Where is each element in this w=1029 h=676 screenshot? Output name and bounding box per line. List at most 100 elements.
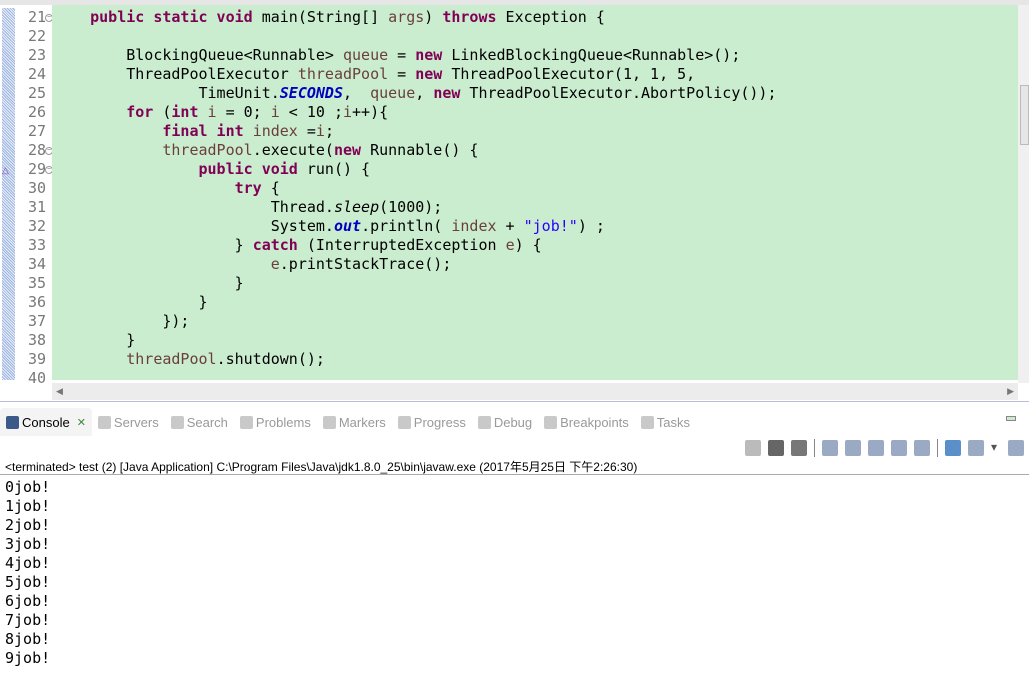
code-area[interactable]: public static void main(String[] args) t…	[52, 5, 1018, 380]
clear-console-icon[interactable]	[822, 440, 838, 456]
horizontal-scrollbar[interactable]: ◀ ▶	[52, 383, 1018, 400]
code-line: threadPool.shutdown();	[54, 350, 325, 369]
console-output-line: 1job!	[5, 497, 51, 515]
code-token: e	[505, 236, 515, 254]
remove-all-terminated-icon[interactable]	[791, 440, 807, 456]
open-console-icon[interactable]	[1008, 440, 1024, 456]
console-output-line: 8job!	[5, 630, 51, 648]
scroll-right-icon[interactable]: ▶	[1007, 386, 1014, 397]
code-line: e.printStackTrace();	[54, 255, 452, 274]
word-wrap-icon[interactable]	[868, 440, 884, 456]
code-token: Exception {	[496, 8, 605, 26]
debug-icon	[477, 415, 491, 429]
code-token: final int	[162, 122, 244, 140]
code-line: Thread.sleep(1000);	[54, 198, 443, 217]
tab-breakpoints[interactable]: Breakpoints	[538, 408, 635, 436]
line-number: 30	[27, 179, 46, 197]
pin-console-icon[interactable]	[945, 440, 961, 456]
code-line: public static void main(String[] args) t…	[54, 8, 605, 27]
code-token: )	[424, 8, 443, 26]
toolbar-separator	[937, 439, 938, 457]
code-token: e	[270, 255, 280, 273]
code-token: ThreadPoolExecutor	[54, 65, 298, 83]
tab-search[interactable]: Search	[165, 408, 234, 436]
code-token: }	[54, 236, 253, 254]
console-output-line: 6job!	[5, 592, 51, 610]
code-line: public void run() {	[54, 160, 371, 179]
code-token: LinkedBlockingQueue<Runnable>();	[442, 46, 741, 64]
tab-label: Breakpoints	[560, 414, 629, 430]
line-number: 27	[27, 122, 46, 140]
display-console-icon[interactable]	[968, 440, 984, 456]
code-token: ,	[415, 84, 434, 102]
tab-label: Console	[22, 414, 70, 430]
code-token: }	[54, 274, 244, 292]
line-number: 35	[27, 274, 46, 292]
line-number: 26	[27, 103, 46, 121]
show-on-stdout-icon[interactable]	[891, 440, 907, 456]
code-token: i	[315, 122, 325, 140]
code-token: =	[388, 65, 416, 83]
code-editor[interactable]: 21−22 23 24 25 26 27 28−29−30 31 32 33 34 35 36 37 38 3…	[0, 0, 1029, 402]
code-line: final int index =i;	[54, 122, 334, 141]
line-number: 37	[27, 312, 46, 330]
tab-label: Progress	[413, 414, 466, 430]
tab-debug[interactable]: Debug	[472, 408, 538, 436]
line-number: 23	[27, 46, 46, 64]
show-on-stderr-icon[interactable]	[914, 440, 930, 456]
line-number: 34	[27, 255, 46, 273]
console-status: <terminated> test (2) [Java Application]…	[5, 460, 638, 474]
code-token: =	[297, 122, 316, 140]
tab-tasks[interactable]: Tasks	[635, 408, 696, 436]
code-token: i	[343, 103, 353, 121]
code-token: ;	[324, 122, 334, 140]
code-token: .printStackTrace();	[279, 255, 452, 273]
code-token: TimeUnit.	[54, 84, 280, 102]
tasks-icon	[640, 415, 654, 429]
code-token: threadPool	[126, 350, 217, 368]
code-token: {	[261, 179, 280, 197]
scroll-left-icon[interactable]: ◀	[56, 386, 63, 397]
code-token: throws	[442, 8, 497, 26]
code-token: queue	[370, 84, 416, 102]
tab-problems[interactable]: Problems	[234, 408, 317, 436]
code-token: .execute(	[252, 141, 334, 159]
vertical-scrollbar-thumb[interactable]	[1020, 85, 1029, 145]
code-token: .println(	[361, 217, 452, 235]
code-line: TimeUnit.SECONDS, queue, new ThreadPoolE…	[54, 84, 776, 103]
close-icon[interactable]: ✕	[77, 416, 86, 429]
code-token: ThreadPoolExecutor(1, 1, 5,	[442, 65, 696, 83]
code-token: queue	[342, 46, 389, 64]
code-line: }	[54, 331, 135, 350]
line-number: 24	[27, 65, 46, 83]
overview-ruler	[2, 8, 15, 380]
breakpoints-icon	[544, 415, 558, 429]
tab-servers[interactable]: Servers	[92, 408, 165, 436]
console-output[interactable]: 0job! 1job! 2job! 3job! 4job! 5job! 6job! 7job!…	[5, 478, 50, 668]
code-token: public static void	[90, 8, 253, 26]
tab-progress[interactable]: Progress	[392, 408, 472, 436]
scroll-lock-icon[interactable]	[845, 440, 861, 456]
code-token: out	[333, 217, 362, 235]
vertical-scrollbar[interactable]	[1018, 5, 1029, 383]
code-token: new	[333, 141, 362, 159]
code-line: ThreadPoolExecutor threadPool = new Thre…	[54, 65, 695, 84]
console-toolbar: ▾	[745, 438, 1024, 458]
code-token: +	[496, 217, 524, 235]
code-token: ThreadPoolExecutor.AbortPolicy());	[460, 84, 777, 102]
dropdown-icon[interactable]: ▾	[991, 440, 1001, 456]
code-token: Thread.	[54, 198, 334, 216]
remove-launch-icon[interactable]	[768, 440, 784, 456]
tab-label: Debug	[493, 414, 533, 430]
terminate-icon[interactable]	[745, 440, 761, 456]
minimize-button[interactable]	[1006, 416, 1016, 421]
line-number-gutter: 21−22 23 24 25 26 27 28−29−30 31 32 33 34 35 36 37 38 3…	[16, 5, 53, 387]
markers-icon	[322, 415, 336, 429]
line-number: 22	[27, 27, 46, 45]
code-line: });	[54, 312, 189, 331]
tab-markers[interactable]: Markers	[317, 408, 392, 436]
console-output-line: 7job!	[5, 611, 51, 629]
tab-console[interactable]: Console ✕	[0, 408, 92, 436]
